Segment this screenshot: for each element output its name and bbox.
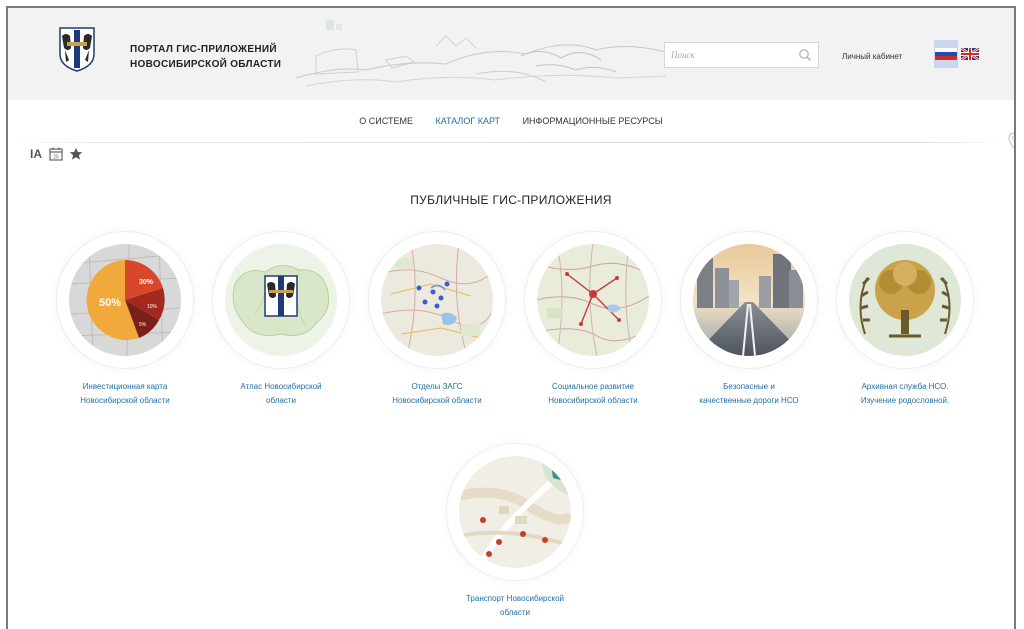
app-label-line2: Новосибирской области — [392, 396, 482, 405]
atlas-thumbnail — [225, 244, 337, 356]
app-thumbnail[interactable]: 50% 30% 10% 5% — [57, 232, 193, 368]
nav-item-map-catalog[interactable]: КАТАЛОГ КАРТ — [435, 116, 500, 126]
app-label-line1: Отделы ЗАГС — [411, 382, 463, 391]
portal-title-line1: ПОРТАЛ ГИС-ПРИЛОЖЕНИЙ — [130, 44, 277, 55]
app-thumbnail[interactable] — [525, 232, 661, 368]
pie-label-5: 5% — [139, 322, 147, 328]
search-box[interactable] — [664, 42, 819, 68]
app-label-line2: Изучение родословной. — [860, 396, 950, 405]
calendar-icon: 25 — [49, 147, 63, 161]
app-label-line2: области — [266, 396, 296, 405]
pie-label-50: 50% — [99, 297, 121, 309]
zags-map-thumbnail — [381, 244, 493, 356]
app-label-line1: Архивная служба НСО. — [861, 382, 949, 391]
section-title: ПУБЛИЧНЫЕ ГИС-ПРИЛОЖЕНИЯ — [410, 193, 612, 207]
app-card-label[interactable]: Отделы ЗАГС Новосибирской области — [362, 380, 512, 408]
pie-label-10: 10% — [147, 304, 158, 310]
search-icon[interactable] — [798, 48, 812, 62]
social-map-thumbnail — [537, 244, 649, 356]
coat-of-arms-icon[interactable] — [58, 26, 96, 72]
app-label-line1: Транспорт Новосибирской — [465, 594, 564, 603]
pie-chart-thumbnail: 50% 30% 10% 5% — [69, 244, 181, 356]
portal-title-line2: НОВОСИБИРСКОЙ ОБЛАСТИ — [130, 59, 282, 70]
app-label-line2: качественные дороги НСО — [699, 396, 799, 405]
app-label-line1: Безопасные и — [723, 382, 775, 391]
app-card-archive[interactable]: Архивная служба НСО. Изучение родословно… — [830, 232, 980, 408]
app-card-investment[interactable]: 50% 30% 10% 5% Инвестиционная карта Ново… — [50, 232, 200, 408]
app-thumbnail[interactable] — [681, 232, 817, 368]
nav-item-about[interactable]: О СИСТЕМЕ — [359, 116, 413, 126]
app-label-line2: области — [500, 608, 530, 617]
app-label-line1: Инвестиционная карта — [82, 382, 168, 391]
font-size-button[interactable]: IA — [28, 146, 44, 162]
flag-ru-icon[interactable] — [934, 40, 958, 68]
pie-label-30: 30% — [139, 279, 154, 286]
app-card-label[interactable]: Транспорт Новосибирской области — [440, 592, 590, 620]
app-thumbnail[interactable] — [837, 232, 973, 368]
app-label-line1: Атлас Новосибирской — [240, 382, 322, 391]
app-card-label[interactable]: Атлас Новосибирской области — [206, 380, 356, 408]
flag-en-icon[interactable] — [961, 48, 979, 60]
app-card-roads[interactable]: Безопасные и качественные дороги НСО — [674, 232, 824, 408]
app-thumbnail[interactable] — [447, 444, 583, 580]
site-header: ПОРТАЛ ГИС-ПРИЛОЖЕНИЙ НОВОСИБИРСКОЙ ОБЛА… — [8, 8, 1014, 100]
app-card-zags[interactable]: Отделы ЗАГС Новосибирской области — [362, 232, 512, 408]
app-card-label[interactable]: Социальное развитие Новосибирской област… — [518, 380, 668, 408]
main-nav: О СИСТЕМЕ КАТАЛОГ КАРТ ИНФОРМАЦИОННЫЕ РЕ… — [8, 116, 1014, 126]
road-photo-thumbnail — [693, 244, 805, 356]
app-thumbnail[interactable] — [369, 232, 505, 368]
app-card-social[interactable]: Социальное развитие Новосибирской област… — [518, 232, 668, 408]
nav-item-info-resources[interactable]: ИНФОРМАЦИОННЫЕ РЕСУРСЫ — [523, 116, 663, 126]
browser-frame: ПОРТАЛ ГИС-ПРИЛОЖЕНИЙ НОВОСИБИРСКОЙ ОБЛА… — [6, 6, 1016, 629]
app-card-label[interactable]: Архивная служба НСО. Изучение родословно… — [830, 380, 980, 408]
landscape-illustration — [296, 20, 666, 87]
transport-map-thumbnail — [459, 456, 571, 568]
app-label-line1: Социальное развитие — [552, 382, 634, 391]
calendar-day: 25 — [53, 155, 59, 161]
personal-cabinet-link[interactable]: Личный кабинет — [842, 52, 902, 61]
app-label-line2: Новосибирской области — [548, 396, 638, 405]
search-input[interactable] — [665, 43, 785, 67]
app-card-label[interactable]: Инвестиционная карта Новосибирской облас… — [50, 380, 200, 408]
app-card-transport[interactable]: Транспорт Новосибирской области — [440, 444, 590, 620]
star-icon — [69, 147, 83, 160]
app-card-atlas[interactable]: Атлас Новосибирской области — [206, 232, 356, 408]
portal-title[interactable]: ПОРТАЛ ГИС-ПРИЛОЖЕНИЙ НОВОСИБИРСКОЙ ОБЛА… — [130, 42, 290, 72]
app-card-label[interactable]: Безопасные и качественные дороги НСО — [674, 380, 824, 408]
app-label-line2: Новосибирской области — [80, 396, 170, 405]
family-tree-thumbnail — [849, 244, 961, 356]
calendar-button[interactable]: 25 — [48, 146, 64, 162]
accessibility-toolbar: IA 25 — [28, 146, 84, 162]
nav-divider — [8, 142, 1008, 143]
map-pin-icon — [1008, 132, 1014, 149]
app-thumbnail[interactable] — [213, 232, 349, 368]
favorites-button[interactable] — [68, 146, 84, 162]
